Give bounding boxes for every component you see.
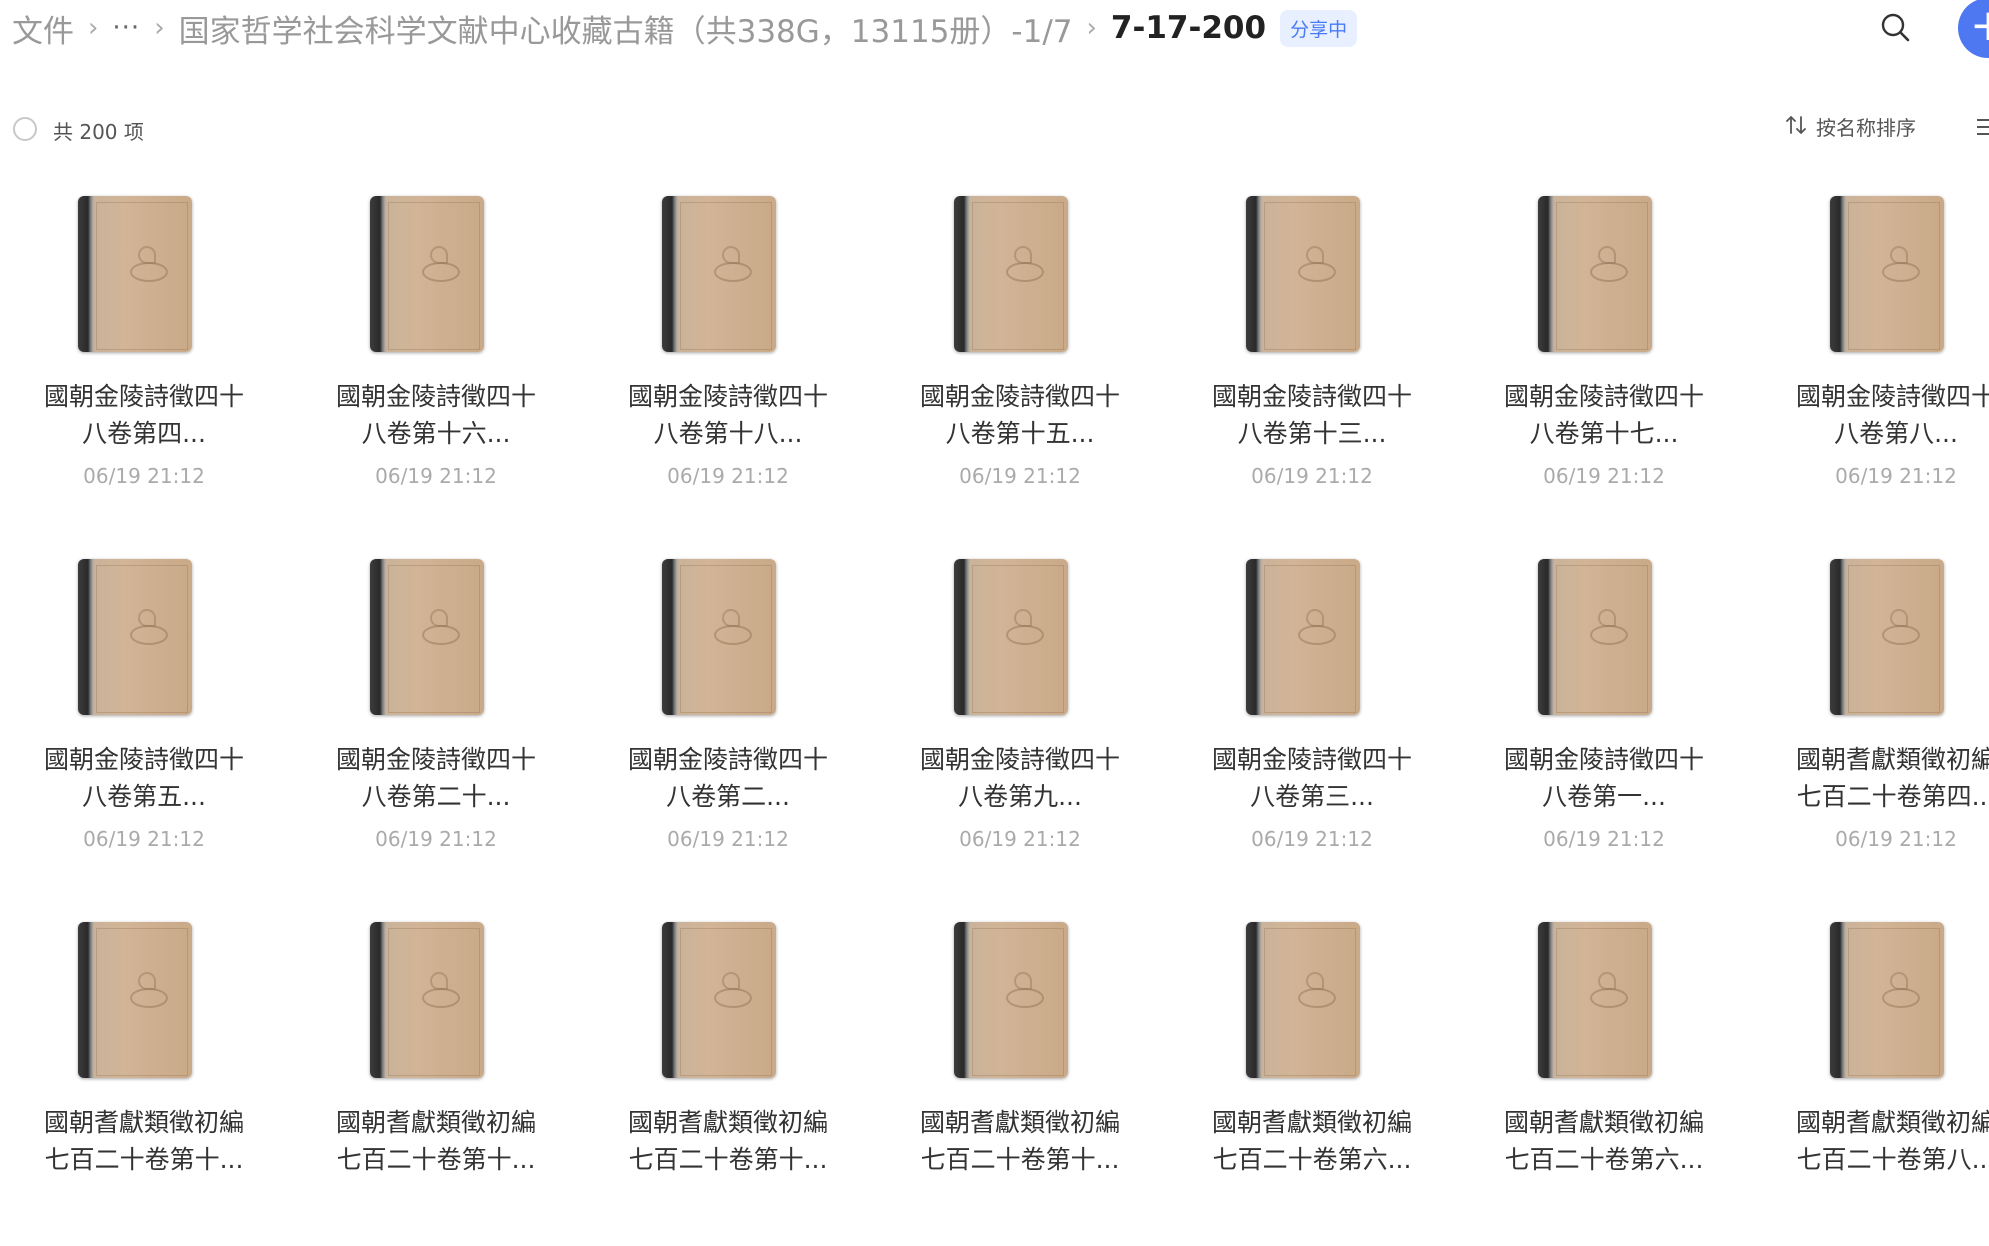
toolbar: 共 200 项 按名称排序 bbox=[0, 104, 1989, 154]
file-name: 國朝耆獻類徵初編 七百二十卷第八... bbox=[1795, 1108, 1989, 1174]
file-item[interactable]: 國朝金陵詩徵四十 八卷第十八... 06/19 21:12 bbox=[582, 180, 874, 510]
book-thumbnail-icon bbox=[1538, 559, 1658, 719]
file-time: 06/19 21:12 bbox=[375, 827, 497, 851]
sort-arrows-icon bbox=[1784, 113, 1808, 141]
file-name: 國朝金陵詩徵四十 八卷第三... bbox=[1211, 745, 1412, 811]
list-view-icon[interactable] bbox=[1974, 116, 1989, 138]
breadcrumb-current: 7-17-200 bbox=[1110, 10, 1267, 46]
chevron-right-icon: › bbox=[1086, 13, 1097, 43]
book-thumbnail-icon bbox=[1246, 559, 1366, 719]
file-name: 國朝金陵詩徵四十 八卷第四... bbox=[43, 382, 244, 448]
book-thumbnail-icon bbox=[662, 922, 782, 1082]
file-item[interactable]: 國朝耆獻類徵初編 七百二十卷第八... bbox=[1750, 906, 1989, 1236]
book-thumbnail-icon bbox=[78, 922, 198, 1082]
select-all-checkbox[interactable] bbox=[13, 117, 37, 141]
file-time: 06/19 21:12 bbox=[667, 464, 789, 488]
file-time: 06/19 21:12 bbox=[83, 827, 205, 851]
book-thumbnail-icon bbox=[1830, 196, 1950, 356]
sort-label: 按名称排序 bbox=[1816, 116, 1916, 140]
file-item[interactable]: 國朝耆獻類徵初編 七百二十卷第十... bbox=[874, 906, 1166, 1236]
file-item[interactable]: 國朝耆獻類徵初編 七百二十卷第六... bbox=[1166, 906, 1458, 1236]
book-thumbnail-icon bbox=[1538, 922, 1658, 1082]
book-thumbnail-icon bbox=[1246, 196, 1366, 356]
file-time: 06/19 21:12 bbox=[1835, 827, 1957, 851]
file-time: 06/19 21:12 bbox=[1543, 827, 1665, 851]
file-time: 06/19 21:12 bbox=[959, 827, 1081, 851]
file-name: 國朝耆獻類徵初編 七百二十卷第十... bbox=[335, 1108, 536, 1174]
sharing-badge: 分享中 bbox=[1280, 9, 1358, 47]
file-time: 06/19 21:12 bbox=[1251, 827, 1373, 851]
book-thumbnail-icon bbox=[662, 196, 782, 356]
file-item[interactable]: 國朝金陵詩徵四十 八卷第十六... 06/19 21:12 bbox=[290, 180, 582, 510]
breadcrumb-more[interactable]: ··· bbox=[112, 13, 140, 43]
file-item[interactable]: 國朝金陵詩徵四十 八卷第十三... 06/19 21:12 bbox=[1166, 180, 1458, 510]
book-thumbnail-icon bbox=[954, 922, 1074, 1082]
file-item[interactable]: 國朝耆獻類徵初編 七百二十卷第六... bbox=[1458, 906, 1750, 1236]
file-item[interactable]: 國朝耆獻類徵初編 七百二十卷第十... bbox=[0, 906, 290, 1236]
book-thumbnail-icon bbox=[954, 559, 1074, 719]
file-name: 國朝耆獻類徵初編 七百二十卷第四... bbox=[1795, 745, 1989, 811]
file-time: 06/19 21:12 bbox=[83, 464, 205, 488]
file-item[interactable]: 國朝金陵詩徵四十 八卷第四... 06/19 21:12 bbox=[0, 180, 290, 510]
book-thumbnail-icon bbox=[1246, 922, 1366, 1082]
file-name: 國朝金陵詩徵四十 八卷第十三... bbox=[1211, 382, 1412, 448]
file-item[interactable]: 國朝金陵詩徵四十 八卷第八... 06/19 21:12 bbox=[1750, 180, 1989, 510]
file-time: 06/19 21:12 bbox=[667, 827, 789, 851]
search-icon[interactable] bbox=[1876, 8, 1916, 48]
file-name: 國朝金陵詩徵四十 八卷第十六... bbox=[335, 382, 536, 448]
chevron-right-icon: › bbox=[88, 13, 99, 43]
chevron-right-icon: › bbox=[154, 13, 165, 43]
file-name: 國朝耆獻類徵初編 七百二十卷第十... bbox=[627, 1108, 828, 1174]
book-thumbnail-icon bbox=[78, 196, 198, 356]
book-thumbnail-icon bbox=[1830, 559, 1950, 719]
book-thumbnail-icon bbox=[78, 559, 198, 719]
file-item[interactable]: 國朝金陵詩徵四十 八卷第二十... 06/19 21:12 bbox=[290, 543, 582, 873]
file-name: 國朝金陵詩徵四十 八卷第十八... bbox=[627, 382, 828, 448]
book-thumbnail-icon bbox=[1830, 922, 1950, 1082]
file-name: 國朝耆獻類徵初編 七百二十卷第六... bbox=[1211, 1108, 1412, 1174]
file-name: 國朝金陵詩徵四十 八卷第一... bbox=[1503, 745, 1704, 811]
book-thumbnail-icon bbox=[662, 559, 782, 719]
file-name: 國朝耆獻類徵初編 七百二十卷第十... bbox=[43, 1108, 244, 1174]
file-name: 國朝耆獻類徵初編 七百二十卷第十... bbox=[919, 1108, 1120, 1174]
file-name: 國朝耆獻類徵初編 七百二十卷第六... bbox=[1503, 1108, 1704, 1174]
sort-button[interactable]: 按名称排序 bbox=[1784, 112, 1916, 141]
file-time: 06/19 21:12 bbox=[959, 464, 1081, 488]
breadcrumb: 文件 › ··· › 国家哲学社会科学文献中心收藏古籍（共338G，13115册… bbox=[12, 0, 1358, 56]
file-time: 06/19 21:12 bbox=[1835, 464, 1957, 488]
file-name: 國朝金陵詩徵四十 八卷第八... bbox=[1795, 382, 1989, 448]
file-name: 國朝金陵詩徵四十 八卷第五... bbox=[43, 745, 244, 811]
file-item[interactable]: 國朝金陵詩徵四十 八卷第三... 06/19 21:12 bbox=[1166, 543, 1458, 873]
file-item[interactable]: 國朝金陵詩徵四十 八卷第一... 06/19 21:12 bbox=[1458, 543, 1750, 873]
file-item[interactable]: 國朝耆獻類徵初編 七百二十卷第十... bbox=[290, 906, 582, 1236]
file-time: 06/19 21:12 bbox=[375, 464, 497, 488]
book-thumbnail-icon bbox=[370, 922, 490, 1082]
book-thumbnail-icon bbox=[370, 196, 490, 356]
breadcrumb-root[interactable]: 文件 bbox=[12, 6, 74, 51]
file-item[interactable]: 國朝金陵詩徵四十 八卷第十五... 06/19 21:12 bbox=[874, 180, 1166, 510]
breadcrumb-parent[interactable]: 国家哲学社会科学文献中心收藏古籍（共338G，13115册）-1/7 bbox=[179, 6, 1073, 51]
file-name: 國朝金陵詩徵四十 八卷第二... bbox=[627, 745, 828, 811]
item-count: 共 200 项 bbox=[53, 120, 144, 144]
add-button[interactable]: + bbox=[1958, 0, 1989, 58]
file-item[interactable]: 國朝金陵詩徵四十 八卷第十七... 06/19 21:12 bbox=[1458, 180, 1750, 510]
book-thumbnail-icon bbox=[370, 559, 490, 719]
file-name: 國朝金陵詩徵四十 八卷第十五... bbox=[919, 382, 1120, 448]
header-bar: 文件 › ··· › 国家哲学社会科学文献中心收藏古籍（共338G，13115册… bbox=[0, 0, 1989, 58]
file-item[interactable]: 國朝金陵詩徵四十 八卷第二... 06/19 21:12 bbox=[582, 543, 874, 873]
book-thumbnail-icon bbox=[954, 196, 1074, 356]
file-item[interactable]: 國朝耆獻類徵初編 七百二十卷第四... 06/19 21:12 bbox=[1750, 543, 1989, 873]
file-name: 國朝金陵詩徵四十 八卷第九... bbox=[919, 745, 1120, 811]
book-thumbnail-icon bbox=[1538, 196, 1658, 356]
plus-icon: + bbox=[1970, 0, 1989, 51]
file-item[interactable]: 國朝耆獻類徵初編 七百二十卷第十... bbox=[582, 906, 874, 1236]
file-item[interactable]: 國朝金陵詩徵四十 八卷第九... 06/19 21:12 bbox=[874, 543, 1166, 873]
file-time: 06/19 21:12 bbox=[1251, 464, 1373, 488]
file-name: 國朝金陵詩徵四十 八卷第二十... bbox=[335, 745, 536, 811]
file-time: 06/19 21:12 bbox=[1543, 464, 1665, 488]
file-name: 國朝金陵詩徵四十 八卷第十七... bbox=[1503, 382, 1704, 448]
file-item[interactable]: 國朝金陵詩徵四十 八卷第五... 06/19 21:12 bbox=[0, 543, 290, 873]
